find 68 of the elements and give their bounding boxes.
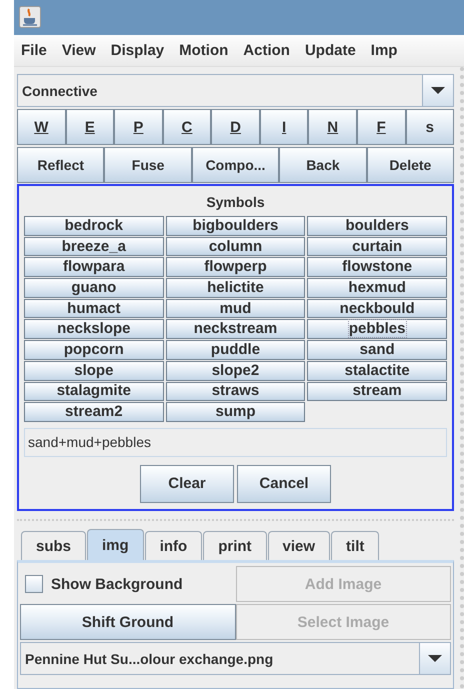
- caret-down-icon: [431, 87, 445, 94]
- symbol-button[interactable]: guano: [24, 278, 164, 298]
- symbol-button[interactable]: breeze_a: [24, 236, 164, 256]
- symbol-button[interactable]: mud: [166, 298, 306, 318]
- action-button[interactable]: Reflect: [17, 147, 104, 183]
- tab[interactable]: view: [268, 531, 330, 560]
- letter-button[interactable]: P: [114, 109, 163, 145]
- symbol-button[interactable]: neckstream: [166, 319, 306, 340]
- letter-button[interactable]: D: [211, 109, 260, 145]
- cancel-button[interactable]: Cancel: [237, 464, 331, 503]
- letter-button[interactable]: W: [17, 109, 66, 145]
- symbol-button[interactable]: flowpara: [24, 257, 164, 278]
- text-field[interactable]: sand+mud+pebbles: [24, 428, 447, 457]
- dropdown-button[interactable]: [423, 75, 453, 106]
- letter-button[interactable]: s: [406, 109, 454, 145]
- symbol-button[interactable]: curtain: [307, 236, 447, 256]
- action-button[interactable]: Delete: [366, 147, 454, 183]
- menu-item[interactable]: Display: [104, 42, 172, 59]
- symbol-button[interactable]: slope: [24, 360, 164, 380]
- symbol-button[interactable]: slope2: [166, 360, 306, 380]
- menu-item[interactable]: File: [14, 42, 55, 59]
- letter-button[interactable]: E: [66, 109, 114, 145]
- menu-item[interactable]: Update: [298, 42, 364, 59]
- symbol-button[interactable]: helictite: [166, 278, 306, 298]
- menu-item[interactable]: View: [54, 42, 104, 59]
- cup-icon[interactable]: [19, 6, 41, 28]
- menu-item[interactable]: Motion: [172, 42, 236, 59]
- tab[interactable]: info: [144, 531, 202, 560]
- symbol-button[interactable]: popcorn: [24, 340, 164, 360]
- tab[interactable]: tilt: [331, 531, 380, 560]
- symbol-button[interactable]: bedrock: [24, 216, 164, 236]
- clear-button[interactable]: Clear: [140, 464, 234, 503]
- letter-button[interactable]: I: [260, 109, 308, 145]
- action-button[interactable]: Back: [279, 147, 367, 183]
- symbol-button[interactable]: flowperp: [166, 257, 306, 278]
- tab[interactable]: print: [203, 531, 267, 560]
- checkbox[interactable]: [25, 575, 43, 593]
- symbol-button[interactable]: pebbles: [307, 319, 447, 340]
- panel-title: Symbols: [206, 193, 265, 212]
- letter-button[interactable]: C: [162, 109, 212, 145]
- symbol-button[interactable]: stream: [307, 382, 447, 402]
- symbol-button[interactable]: neckslope: [24, 319, 164, 340]
- caret-down-icon: [428, 655, 442, 662]
- symbol-button[interactable]: stream2: [24, 402, 164, 422]
- symbol-button[interactable]: neckbould: [307, 298, 447, 318]
- action-button[interactable]: Fuse: [104, 147, 192, 183]
- symbol-button[interactable]: sump: [166, 402, 306, 422]
- symbol-button[interactable]: puddle: [166, 340, 306, 360]
- symbol-button[interactable]: straws: [166, 382, 306, 402]
- symbol-button[interactable]: humact: [24, 298, 164, 318]
- symbol-button[interactable]: bigboulders: [166, 216, 306, 236]
- symbol-button[interactable]: column: [166, 236, 306, 256]
- dropdown-button[interactable]: [420, 643, 450, 674]
- tab[interactable]: subs: [21, 531, 86, 560]
- tab[interactable]: img: [87, 529, 144, 560]
- menu-item[interactable]: Action: [236, 42, 298, 59]
- symbol-button[interactable]: stalagmite: [24, 382, 164, 402]
- symbol-button[interactable]: stalactite: [307, 360, 447, 380]
- letter-button[interactable]: F: [356, 109, 406, 145]
- symbol-button[interactable]: hexmud: [307, 278, 447, 298]
- checkbox-label[interactable]: Show Background: [51, 576, 183, 592]
- symbol-button[interactable]: sand: [307, 340, 447, 360]
- image-button[interactable]: Shift Ground: [20, 604, 236, 640]
- menu-item[interactable]: Imp: [364, 42, 406, 59]
- symbol-button[interactable]: boulders: [307, 216, 447, 236]
- letter-button[interactable]: N: [308, 109, 357, 145]
- symbol-button[interactable]: flowstone: [307, 257, 447, 278]
- action-button[interactable]: Compo...: [192, 147, 280, 183]
